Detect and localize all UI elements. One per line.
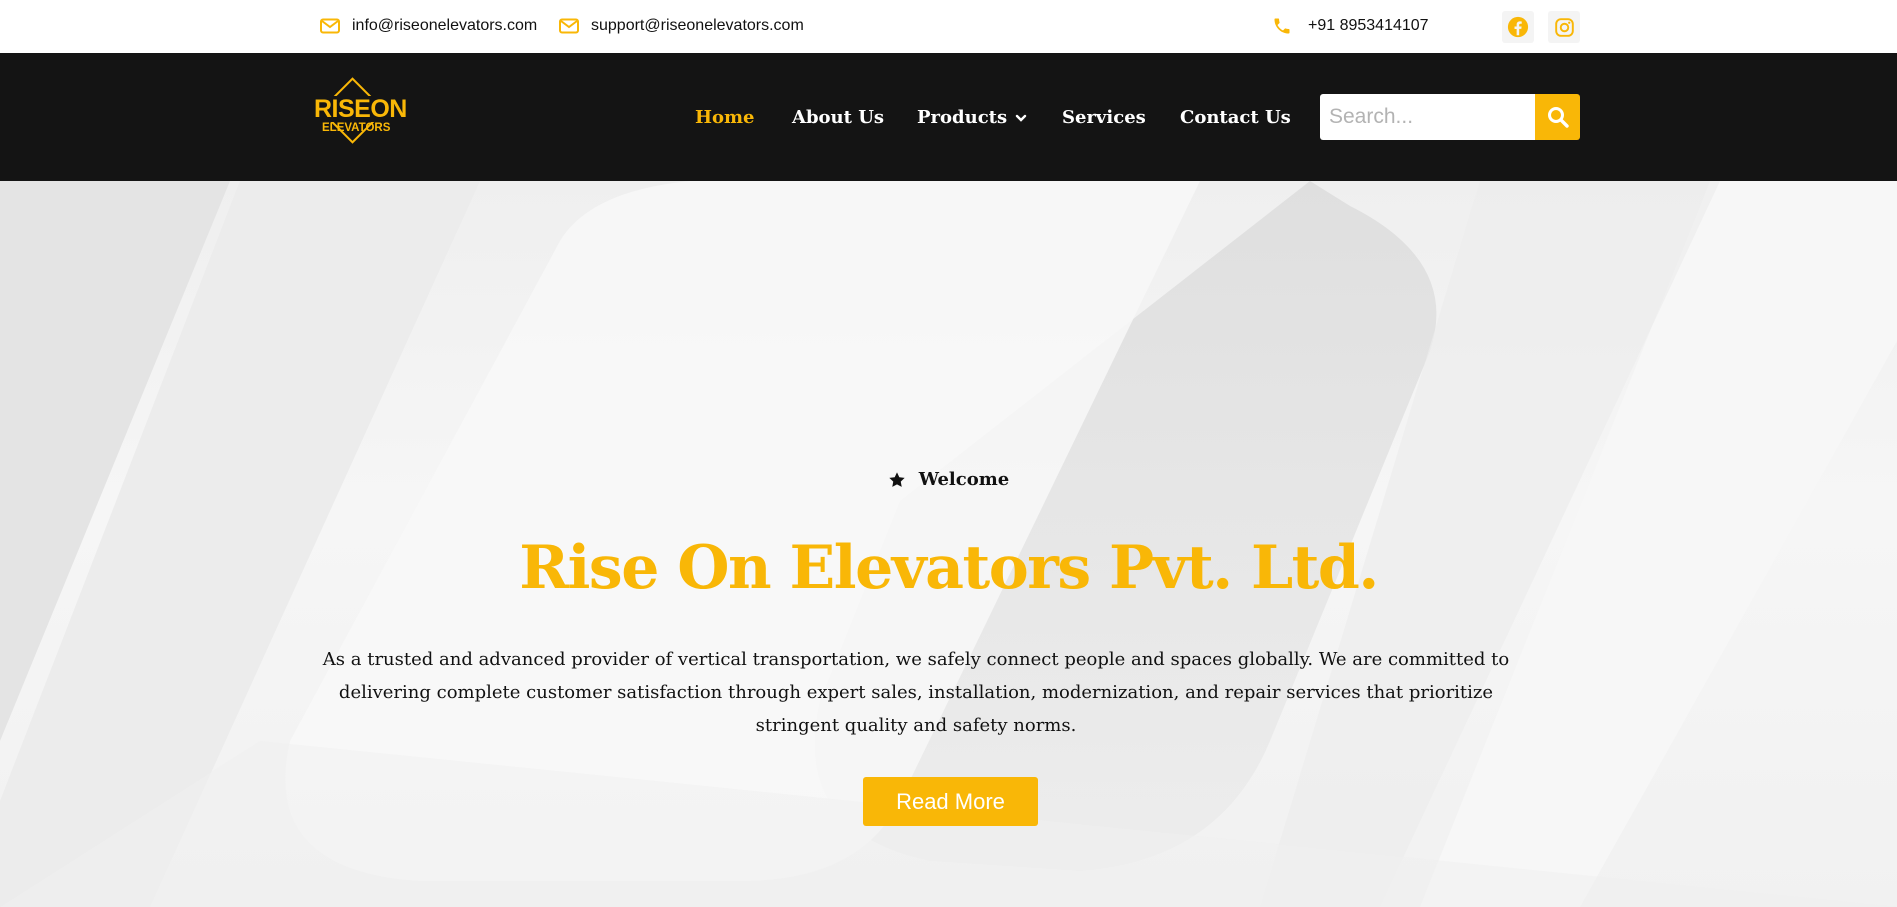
phone-icon — [1274, 18, 1290, 34]
hero-eyebrow: Welcome — [0, 469, 1897, 490]
chevron-down-icon — [1015, 114, 1027, 122]
search-form — [1320, 94, 1580, 140]
nav-item-products[interactable]: Products — [917, 105, 1027, 131]
hero-title: Rise On Elevators Pvt. Ltd. — [519, 533, 1379, 603]
star-icon — [889, 471, 905, 487]
search-button[interactable] — [1535, 94, 1580, 140]
email-info-text: info@riseonelevators.com — [352, 17, 538, 34]
phone-link[interactable]: +91 8953414107 — [1272, 14, 1429, 38]
hero-section: Welcome Rise On Elevators Pvt. Ltd. As a… — [0, 181, 1897, 907]
email-support-link[interactable]: support@riseonelevators.com — [559, 14, 804, 38]
site-logo[interactable]: RISEON ELEVATORS — [309, 77, 409, 153]
facebook-link[interactable] — [1502, 11, 1534, 43]
envelope-icon — [559, 18, 579, 34]
phone-text: +91 8953414107 — [1308, 17, 1429, 34]
logo-line2: ELEVATORS — [322, 122, 391, 134]
logo-line1: RISEON — [312, 95, 409, 123]
facebook-icon — [1507, 16, 1529, 38]
read-more-button[interactable]: Read More — [863, 777, 1038, 826]
nav-item-home[interactable]: Home — [695, 105, 755, 131]
nav-item-services[interactable]: Services — [1062, 105, 1146, 131]
hero-eyebrow-text: Welcome — [918, 469, 1010, 490]
envelope-icon — [320, 18, 340, 34]
nav-item-products-label: Products — [917, 107, 1008, 128]
search-icon — [1547, 107, 1569, 128]
nav-item-contact-us[interactable]: Contact Us — [1180, 105, 1291, 131]
search-input[interactable] — [1320, 94, 1535, 140]
hero-description: As a trusted and advanced provider of ve… — [322, 649, 1510, 736]
top-contact-bar: info@riseonelevators.com support@riseone… — [0, 0, 1897, 53]
email-support-text: support@riseonelevators.com — [591, 17, 804, 34]
instagram-icon — [1554, 17, 1574, 37]
main-header: RISEON ELEVATORS Home About Us Products … — [0, 53, 1897, 181]
instagram-link[interactable] — [1548, 11, 1580, 43]
email-info-link[interactable]: info@riseonelevators.com — [320, 14, 537, 38]
nav-item-about-us[interactable]: About Us — [792, 105, 884, 131]
